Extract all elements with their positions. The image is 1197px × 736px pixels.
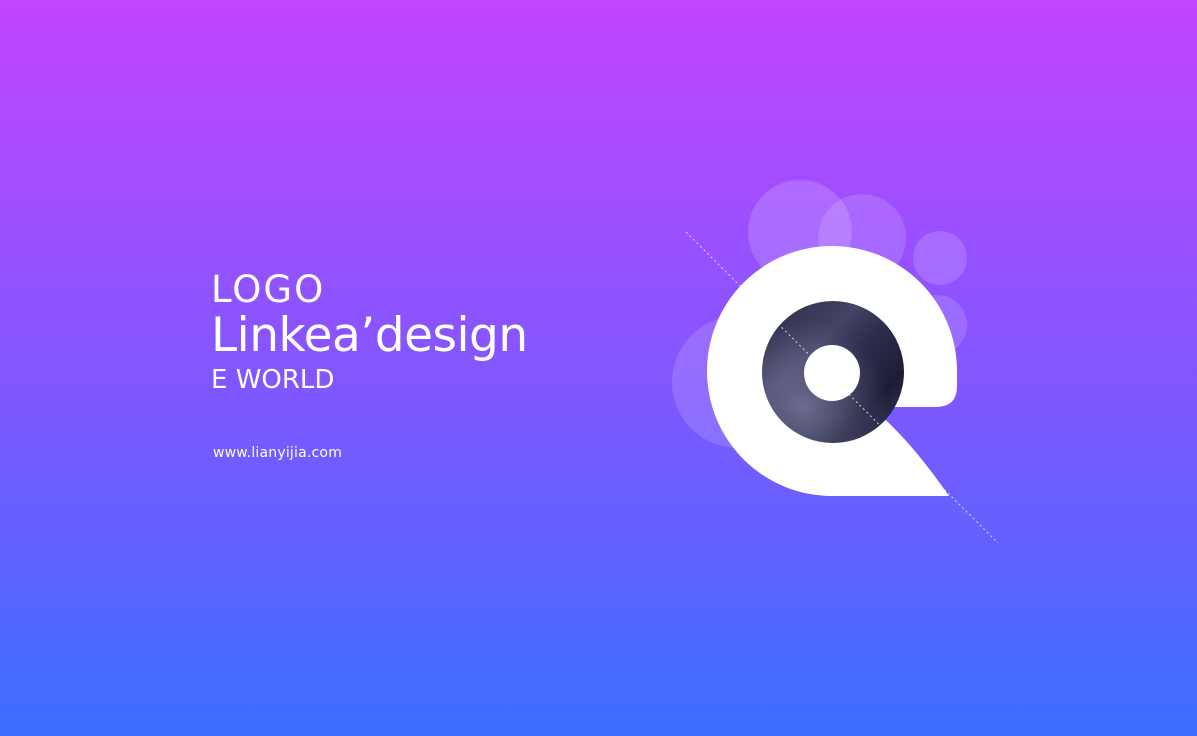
- logo-presentation: LOGO Linkea’design E WORLD www.lianyijia…: [0, 0, 1197, 736]
- logo-word: LOGO: [211, 268, 326, 311]
- brand-name: Linkea’design: [211, 308, 528, 363]
- brand-text-block: LOGO Linkea’design E WORLD www.lianyijia…: [211, 268, 631, 462]
- letter-e-with-disc-icon: [672, 180, 999, 544]
- disc-hole: [804, 345, 860, 401]
- website-url: www.lianyijia.com: [213, 445, 343, 461]
- tagline: E WORLD: [211, 365, 335, 395]
- bubble: [913, 231, 967, 285]
